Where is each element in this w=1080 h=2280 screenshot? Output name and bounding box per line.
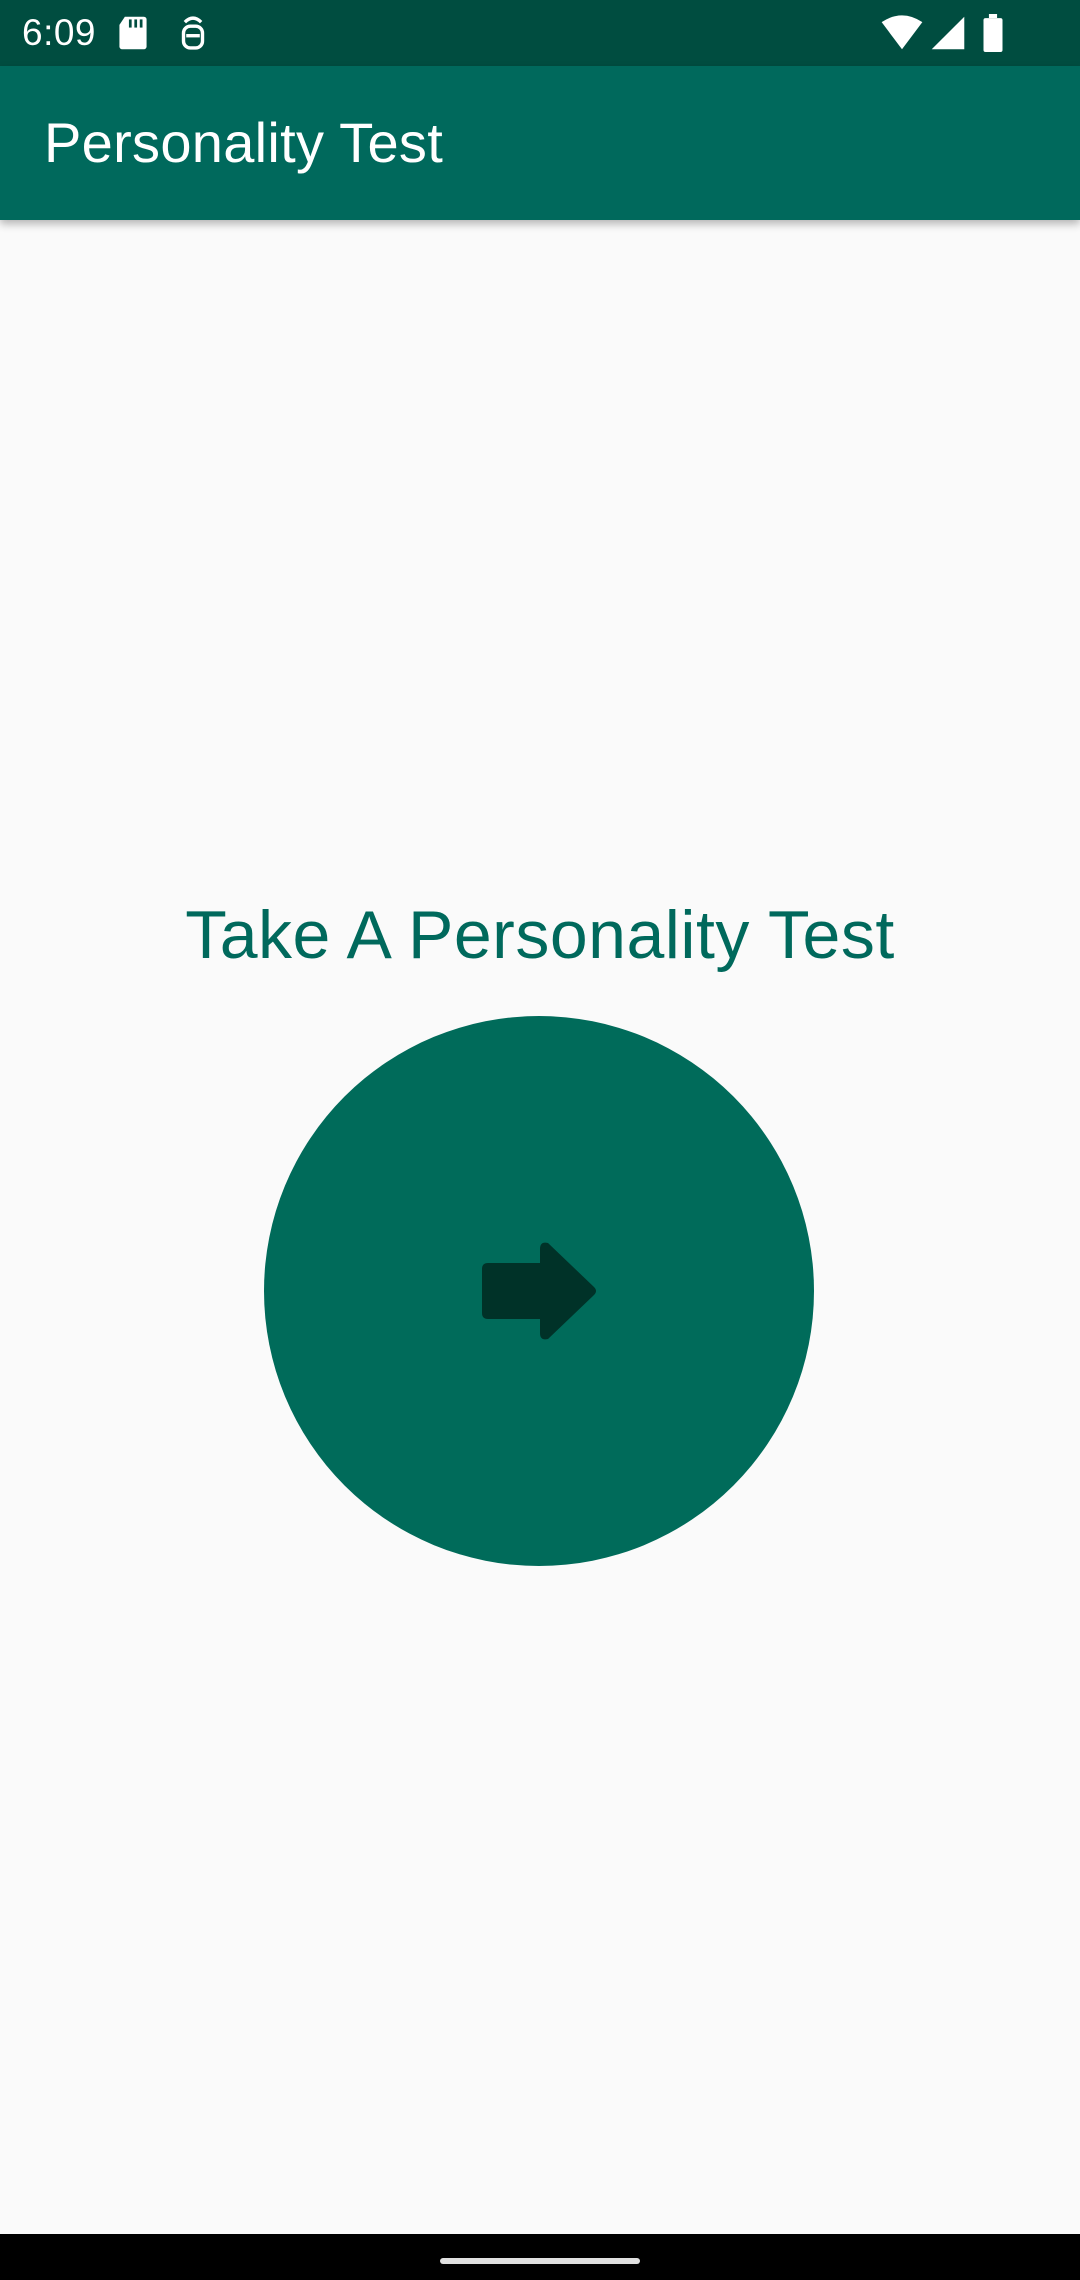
status-time: 6:09 xyxy=(22,12,97,53)
start-test-button[interactable] xyxy=(264,1016,814,1566)
wifi-icon xyxy=(881,15,923,50)
signal-icon xyxy=(931,16,965,50)
status-bar: 6:09 xyxy=(0,0,1080,66)
arrow-right-icon xyxy=(482,1242,596,1340)
screen: 6:09 Personality Test Take A Personality… xyxy=(0,0,1080,2280)
headline: Take A Personality Test xyxy=(185,897,895,973)
battery-icon xyxy=(983,14,1003,52)
app-title: Personality Test xyxy=(44,111,444,174)
home-handle[interactable] xyxy=(440,2258,640,2264)
navigation-bar xyxy=(0,2234,1080,2280)
app-bar: Personality Test xyxy=(0,66,1080,220)
sim-icon xyxy=(181,16,205,50)
sd-card-icon xyxy=(119,16,147,50)
